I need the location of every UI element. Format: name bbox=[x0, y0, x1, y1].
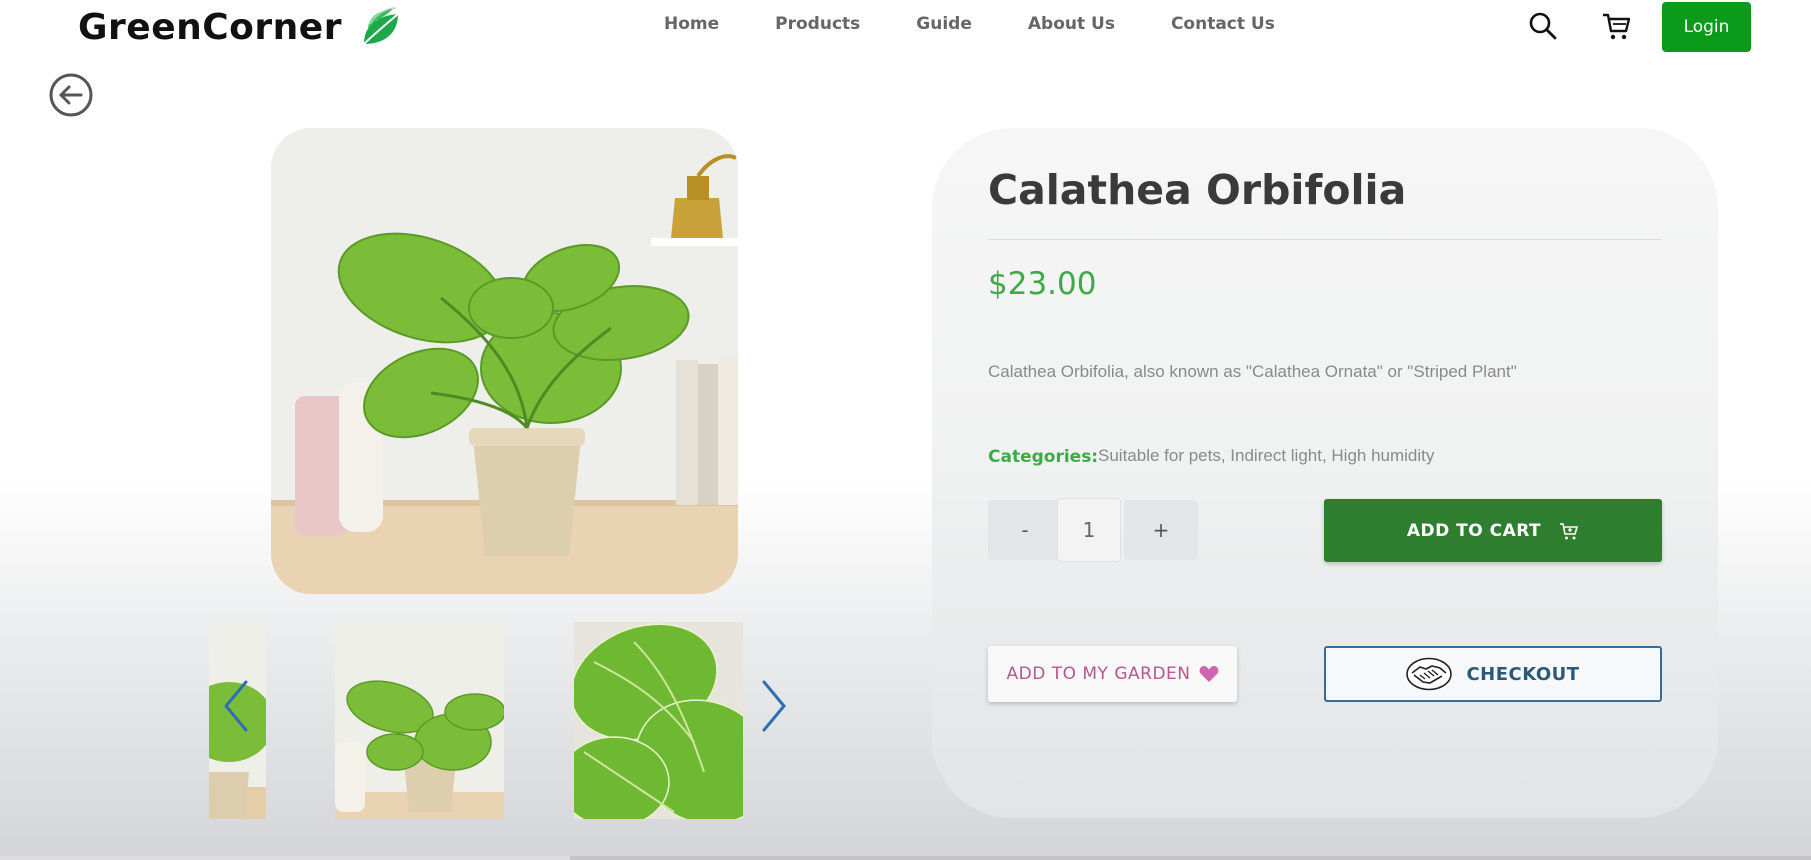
brand-name: GreenCorner bbox=[78, 6, 342, 48]
quantity-input[interactable] bbox=[1057, 498, 1121, 562]
nav-home[interactable]: Home bbox=[664, 14, 719, 34]
title-divider bbox=[988, 239, 1662, 240]
heart-icon bbox=[1199, 666, 1218, 682]
handshake-icon bbox=[1406, 657, 1453, 691]
brand-logo[interactable]: GreenCorner bbox=[78, 4, 404, 50]
nav-guide[interactable]: Guide bbox=[916, 14, 972, 34]
product-description: Calathea Orbifolia, also known as "Calat… bbox=[988, 362, 1517, 381]
back-arrow-icon[interactable] bbox=[48, 72, 94, 118]
leaf-logo-icon bbox=[363, 7, 399, 45]
thumbnail-3[interactable] bbox=[574, 622, 743, 819]
add-to-garden-label: ADD TO MY GARDEN bbox=[1006, 664, 1191, 684]
nav-products[interactable]: Products bbox=[775, 14, 860, 34]
product-detail-card bbox=[932, 128, 1718, 818]
main-product-image bbox=[271, 128, 738, 594]
thumbnail-image bbox=[335, 622, 504, 819]
add-to-garden-button[interactable]: ADD TO MY GARDEN bbox=[988, 646, 1237, 702]
quantity-decrease-button[interactable]: - bbox=[988, 500, 1062, 560]
main-nav: Home Products Guide About Us Contact Us bbox=[664, 14, 1331, 34]
nav-contact-us[interactable]: Contact Us bbox=[1171, 14, 1275, 34]
add-to-cart-button[interactable]: ADD TO CART bbox=[1324, 499, 1662, 562]
checkout-label: CHECKOUT bbox=[1466, 663, 1580, 685]
chevron-left-icon[interactable] bbox=[216, 676, 256, 736]
checkout-button[interactable]: CHECKOUT bbox=[1324, 646, 1662, 702]
plant-photo bbox=[271, 128, 738, 594]
categories-value: Suitable for pets, Indirect light, High … bbox=[1098, 446, 1435, 465]
categories-label: Categories: bbox=[988, 447, 1099, 467]
quantity-increase-button[interactable]: + bbox=[1124, 500, 1198, 560]
scrollbar-thumb[interactable] bbox=[570, 856, 1811, 860]
chevron-right-icon[interactable] bbox=[754, 676, 794, 736]
thumbnail-2[interactable] bbox=[335, 622, 504, 819]
login-button[interactable]: Login bbox=[1662, 2, 1751, 52]
site-header: GreenCorner Home Products Guide About Us… bbox=[0, 0, 1811, 56]
nav-about-us[interactable]: About Us bbox=[1028, 14, 1115, 34]
product-price: $23.00 bbox=[988, 266, 1097, 302]
thumbnail-image bbox=[574, 622, 743, 819]
search-icon[interactable] bbox=[1527, 10, 1559, 42]
cart-icon[interactable] bbox=[1600, 10, 1632, 42]
add-to-cart-label: ADD TO CART bbox=[1406, 520, 1542, 541]
cart-plus-icon bbox=[1560, 522, 1579, 539]
product-title: Calathea Orbifolia bbox=[988, 166, 1407, 214]
